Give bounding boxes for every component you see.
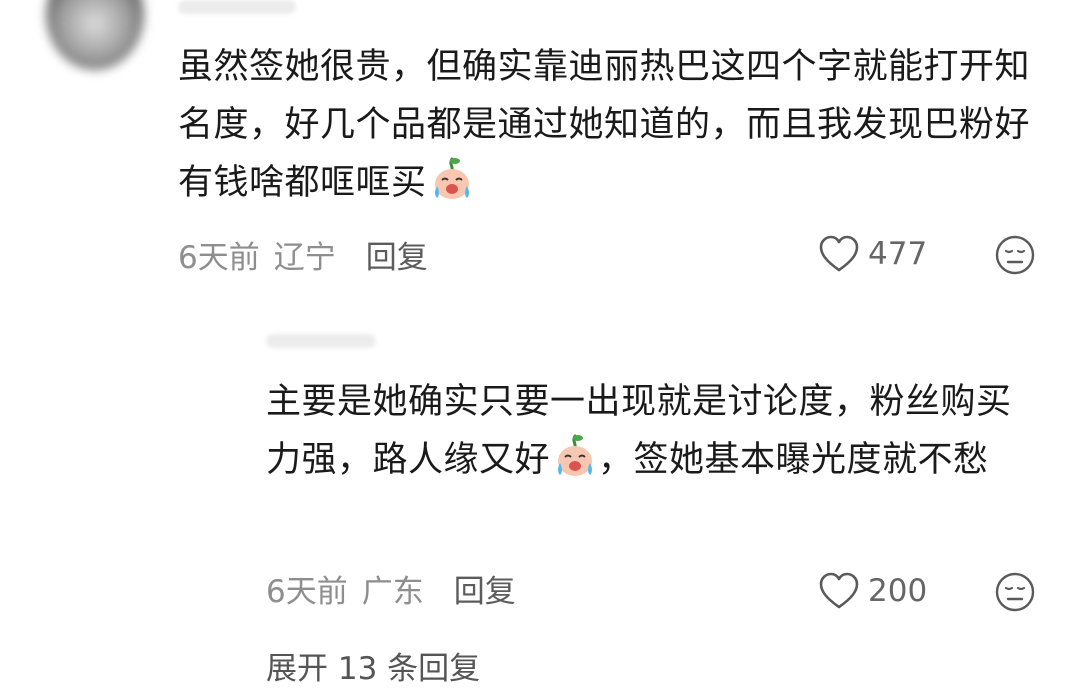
expand-replies-button[interactable]: 展开 13 条回复 — [266, 643, 480, 688]
like-count: 477 — [868, 236, 928, 272]
reply-button[interactable]: 回复 — [366, 232, 428, 277]
crying-laughing-emoji-icon — [558, 434, 593, 476]
reply-text: 主要是她确实只要一出现就是讨论度，粉丝购买力强，路人缘又好 ，签她基本曝光度就不… — [266, 373, 1036, 489]
heart-outline-icon — [819, 235, 859, 272]
crying-laughing-emoji-icon — [434, 157, 469, 199]
reply-to-reply-button[interactable]: 回复 — [454, 566, 516, 611]
neutral-face-icon[interactable] — [995, 572, 1035, 612]
reply-body-tail: ，签她基本曝光度就不愁 — [598, 440, 989, 480]
reply-location: 广东 — [361, 573, 424, 610]
heart-outline-icon — [819, 572, 859, 609]
reply-like-count: 200 — [868, 573, 928, 609]
blurred-reply-username[interactable] — [266, 334, 376, 348]
comment-body: 虽然签她很贵，但确实靠迪丽热巴这四个字就能打开知名度，好几个品都是通过她知道的，… — [178, 47, 1031, 203]
comment-meta: 6天前 辽宁 回复 — [178, 232, 428, 277]
like-button[interactable]: 477 — [818, 234, 927, 274]
reply-like-button[interactable]: 200 — [818, 571, 927, 611]
comment-location: 辽宁 — [273, 239, 336, 276]
reply-meta: 6天前 广东 回复 — [266, 566, 516, 611]
reply-time: 6天前 — [266, 573, 348, 610]
comment-time: 6天前 — [178, 239, 260, 276]
blurred-username[interactable] — [178, 0, 296, 14]
user-avatar[interactable] — [46, 0, 144, 70]
neutral-face-icon[interactable] — [995, 235, 1035, 275]
comment-text: 虽然签她很贵，但确实靠迪丽热巴这四个字就能打开知名度，好几个品都是通过她知道的，… — [178, 38, 1038, 212]
